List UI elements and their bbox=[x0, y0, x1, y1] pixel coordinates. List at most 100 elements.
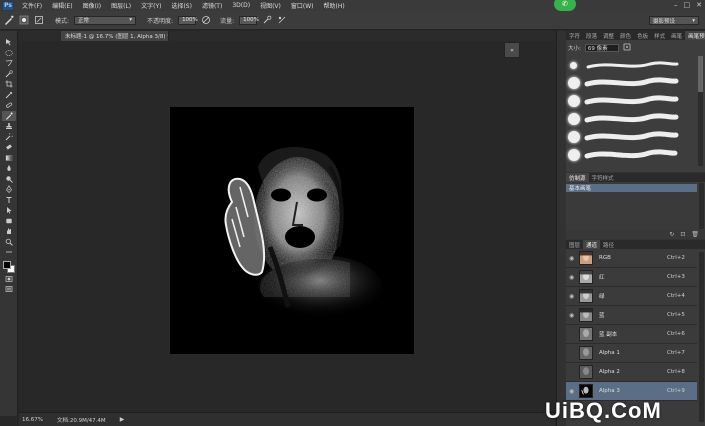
shape-tool-icon[interactable] bbox=[2, 216, 16, 227]
menu-3d[interactable]: 3D(D) bbox=[227, 2, 255, 9]
brush-tool-icon[interactable] bbox=[4, 15, 14, 25]
menu-type[interactable]: 文字(Y) bbox=[136, 1, 166, 10]
menu-window[interactable]: 窗口(W) bbox=[286, 1, 319, 10]
menu-layer[interactable]: 图层(L) bbox=[106, 1, 136, 10]
dodge-tool-icon[interactable] bbox=[2, 174, 16, 185]
eye-icon[interactable]: ◉ bbox=[569, 274, 577, 281]
eye-icon[interactable]: ◉ bbox=[569, 312, 577, 319]
menu-filter[interactable]: 滤镜(T) bbox=[197, 1, 227, 10]
history-brush-tool-icon[interactable] bbox=[2, 132, 16, 143]
brush-list-scrollbar[interactable] bbox=[698, 56, 703, 166]
eye-icon[interactable]: ◉ bbox=[569, 388, 577, 395]
trash-icon[interactable]: 🗑 bbox=[691, 231, 699, 238]
foreground-color-swatch[interactable] bbox=[2, 260, 11, 269]
channel-row-alpha-2[interactable]: Alpha 2 Ctrl+8 bbox=[566, 363, 697, 382]
tab-styles[interactable]: 样式 bbox=[651, 32, 668, 40]
eye-icon[interactable]: ◉ bbox=[569, 293, 577, 300]
menu-edit[interactable]: 编辑(E) bbox=[47, 1, 77, 10]
status-menu-arrow-icon[interactable]: ▶ bbox=[120, 416, 125, 423]
more-tools-icon[interactable] bbox=[2, 247, 16, 258]
channel-row-blue-copy[interactable]: 蓝 副本 Ctrl+6 bbox=[566, 325, 697, 344]
channel-row-blue[interactable]: ◉ 蓝 Ctrl+5 bbox=[566, 306, 697, 325]
tab-brush-presets[interactable]: 画笔预设 bbox=[685, 31, 705, 40]
brush-tool-icon[interactable] bbox=[1, 110, 16, 121]
quick-mask-icon[interactable] bbox=[2, 274, 16, 285]
zoom-tool-icon[interactable] bbox=[2, 237, 16, 248]
blend-mode-select[interactable]: 正常 ▾ bbox=[74, 15, 137, 25]
type-tool-icon[interactable] bbox=[2, 195, 16, 206]
brush-preset-item[interactable] bbox=[566, 128, 694, 146]
tab-layers[interactable]: 图层 bbox=[566, 241, 583, 249]
pen-tool-icon[interactable] bbox=[2, 184, 16, 195]
menu-file[interactable]: 文件(F) bbox=[17, 1, 47, 10]
brush-preset-item[interactable] bbox=[566, 92, 694, 110]
menu-select[interactable]: 选择(S) bbox=[166, 1, 197, 10]
eraser-tool-icon[interactable] bbox=[2, 142, 16, 153]
airbrush-icon[interactable] bbox=[262, 15, 272, 25]
tab-paths[interactable]: 路径 bbox=[600, 241, 617, 249]
zoom-level[interactable]: 16.67% bbox=[22, 417, 43, 423]
marquee-tool-icon[interactable] bbox=[2, 48, 16, 59]
maximize-button[interactable]: □ bbox=[684, 1, 691, 9]
opacity-pressure-icon[interactable] bbox=[201, 15, 211, 25]
channels-scrollbar[interactable] bbox=[699, 252, 704, 422]
color-swatches[interactable] bbox=[2, 260, 16, 274]
tab-channels[interactable]: 通道 bbox=[583, 240, 601, 249]
channel-name: Alpha 1 bbox=[599, 350, 620, 356]
presets-scrollbar[interactable] bbox=[699, 183, 704, 229]
tab-character[interactable]: 字符 bbox=[566, 32, 583, 40]
close-button[interactable]: ✕ bbox=[696, 1, 702, 9]
path-select-tool-icon[interactable] bbox=[2, 205, 16, 216]
gradient-tool-icon[interactable] bbox=[2, 153, 16, 164]
brush-preset-item[interactable] bbox=[566, 146, 694, 164]
tab-adjustments[interactable]: 调整 bbox=[600, 32, 617, 40]
scrollbar-thumb[interactable] bbox=[698, 56, 703, 92]
lasso-tool-icon[interactable] bbox=[2, 58, 16, 69]
tab-clone-source[interactable]: 仿制源 bbox=[566, 173, 589, 182]
channel-row-green[interactable]: ◉ 绿 Ctrl+4 bbox=[566, 287, 697, 306]
size-pressure-icon[interactable] bbox=[277, 15, 287, 25]
workspace-select[interactable]: 摄影预设 ▾ bbox=[649, 16, 699, 25]
channel-thumbnail bbox=[579, 365, 593, 379]
eye-icon[interactable]: ◉ bbox=[569, 255, 577, 262]
menu-image[interactable]: 图像(I) bbox=[78, 1, 106, 10]
new-icon[interactable]: ⊡ bbox=[680, 231, 685, 238]
brush-preset-item[interactable] bbox=[566, 56, 694, 74]
preset-list-item[interactable]: 基本画笔 bbox=[566, 184, 697, 192]
flow-field[interactable]: 100% bbox=[239, 15, 259, 25]
reset-icon[interactable]: ↻ bbox=[669, 231, 674, 238]
brush-preset-item[interactable] bbox=[566, 110, 694, 128]
menu-help[interactable]: 帮助(H) bbox=[319, 1, 350, 10]
clone-stamp-tool-icon[interactable] bbox=[2, 121, 16, 132]
move-tool-icon[interactable] bbox=[2, 37, 16, 48]
brush-preset-item[interactable] bbox=[566, 74, 694, 92]
opacity-field[interactable]: 100% bbox=[178, 15, 198, 25]
channel-row-rgb[interactable]: ◉ RGB Ctrl+2 bbox=[566, 249, 697, 268]
channel-row-red[interactable]: ◉ 红 Ctrl+3 bbox=[566, 268, 697, 287]
tab-brush[interactable]: 画笔 bbox=[668, 32, 685, 40]
minimize-button[interactable]: – bbox=[674, 1, 678, 9]
options-bar: 模式: 正常 ▾ 不透明度: 100% 流量: 100% 摄影预设 ▾ bbox=[0, 11, 705, 30]
collapse-panels-button[interactable]: « bbox=[504, 42, 520, 58]
hand-tool-icon[interactable] bbox=[2, 226, 16, 237]
image-canvas[interactable] bbox=[170, 107, 414, 354]
tab-swatches[interactable]: 色板 bbox=[634, 32, 651, 40]
healing-brush-tool-icon[interactable] bbox=[2, 100, 16, 111]
brush-preset-picker-icon[interactable] bbox=[19, 15, 29, 25]
menu-view[interactable]: 视图(V) bbox=[255, 1, 286, 10]
channel-thumbnail bbox=[579, 327, 593, 341]
screen-mode-icon[interactable] bbox=[2, 284, 16, 295]
document-tab[interactable]: 未标题-1 @ 16.7% (图层 1, Alpha 3/8) * × bbox=[61, 31, 169, 41]
blur-tool-icon[interactable] bbox=[2, 163, 16, 174]
eyedropper-tool-icon[interactable] bbox=[2, 90, 16, 101]
quick-select-tool-icon[interactable] bbox=[2, 69, 16, 80]
brush-size-field[interactable]: 69 像素 bbox=[584, 44, 619, 52]
tab-color[interactable]: 颜色 bbox=[617, 32, 634, 40]
crop-tool-icon[interactable] bbox=[2, 79, 16, 90]
channel-row-alpha-1[interactable]: Alpha 1 Ctrl+7 bbox=[566, 344, 697, 363]
toggle-brush-panel-icon[interactable] bbox=[34, 15, 44, 25]
tab-character-styles[interactable]: 字符样式 bbox=[589, 174, 617, 182]
tab-paragraph[interactable]: 段落 bbox=[583, 32, 600, 40]
blend-mode-value: 正常 bbox=[78, 18, 90, 24]
new-preset-icon[interactable] bbox=[623, 43, 631, 53]
